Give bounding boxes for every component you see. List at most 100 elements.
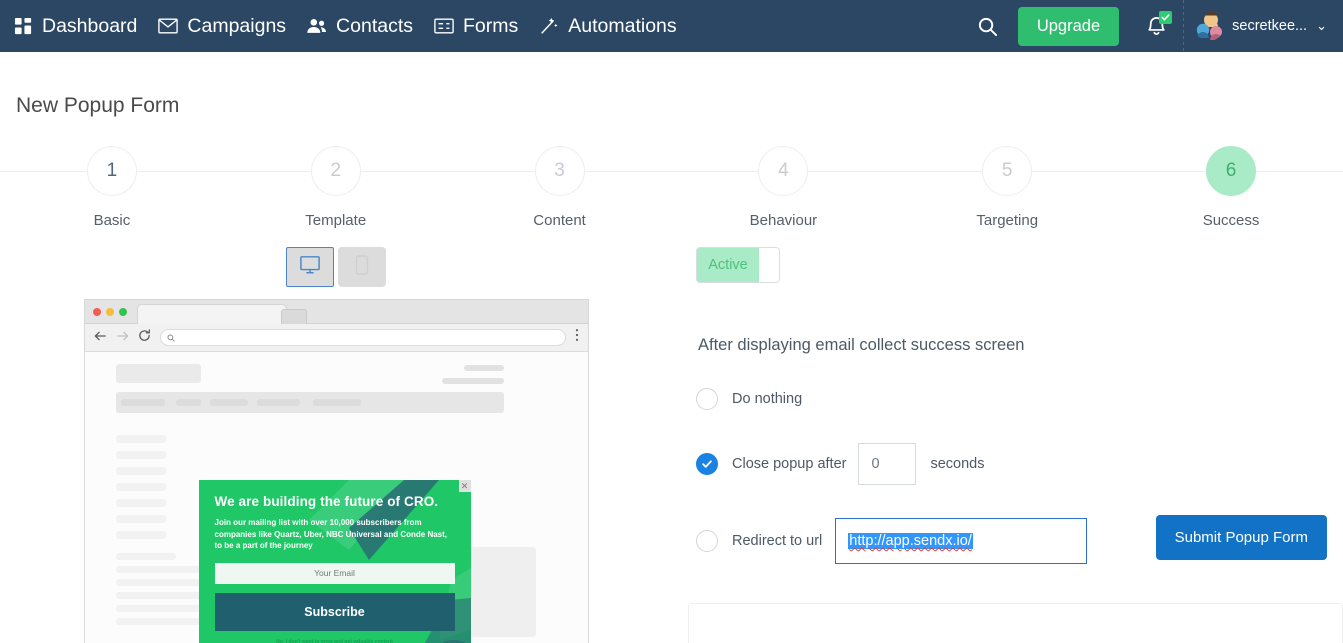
wand-icon bbox=[538, 15, 560, 37]
main-content: ✕ We are building the future of CRO. Joi… bbox=[0, 247, 1343, 643]
step-label: Basic bbox=[93, 212, 131, 229]
step-targeting[interactable]: 5 Targeting bbox=[895, 146, 1119, 229]
option-label: Do nothing bbox=[732, 391, 803, 407]
step-number: 4 bbox=[758, 146, 809, 196]
step-label: Targeting bbox=[976, 212, 1039, 229]
search-icon[interactable] bbox=[964, 0, 1012, 52]
close-window-dot[interactable] bbox=[92, 308, 101, 316]
step-template[interactable]: 2 Template bbox=[224, 146, 448, 229]
user-menu[interactable]: secretkee... ⌄ bbox=[1194, 11, 1329, 41]
step-number: 2 bbox=[310, 146, 361, 196]
browser-toolbar bbox=[84, 324, 588, 352]
skeleton-line bbox=[115, 483, 166, 491]
redirect-url-value: http://app.sendx.io/ bbox=[848, 533, 973, 549]
settings-panel: Active After displaying email collect su… bbox=[656, 247, 1327, 643]
nav-label: Contacts bbox=[336, 14, 413, 37]
nav-item-forms[interactable]: Forms bbox=[429, 15, 534, 38]
upgrade-button[interactable]: Upgrade bbox=[1017, 6, 1120, 46]
nav-label: Dashboard bbox=[42, 14, 138, 37]
popup-email-input[interactable]: Your Email bbox=[214, 562, 455, 584]
radio-redirect-url[interactable] bbox=[696, 530, 718, 552]
browser-tab[interactable] bbox=[136, 304, 287, 324]
skeleton-line bbox=[115, 515, 166, 523]
arrow-left-icon[interactable] bbox=[94, 329, 107, 347]
popup-body-text: Join our mailing list with over 10,000 s… bbox=[214, 518, 448, 551]
step-number: 1 bbox=[86, 146, 137, 196]
browser-titlebar bbox=[84, 300, 588, 324]
maximize-window-dot[interactable] bbox=[118, 308, 127, 316]
nav-item-campaigns[interactable]: Campaigns bbox=[153, 15, 302, 38]
success-action-question: After displaying email collect success s… bbox=[698, 336, 1025, 354]
submit-popup-form-button[interactable]: Submit Popup Form bbox=[1155, 515, 1327, 560]
browser-new-tab[interactable] bbox=[280, 309, 307, 324]
arrow-right-icon[interactable] bbox=[116, 329, 129, 347]
popup-heading: We are building the future of CRO. bbox=[214, 494, 439, 509]
skeleton-block bbox=[312, 399, 361, 406]
reload-icon[interactable] bbox=[138, 328, 151, 347]
close-delay-input[interactable] bbox=[858, 443, 917, 485]
status-toggle-label: Active bbox=[697, 248, 759, 282]
desktop-icon bbox=[299, 255, 321, 280]
step-number: 6 bbox=[1206, 146, 1257, 196]
skeleton-line bbox=[115, 499, 166, 507]
avatar bbox=[1194, 11, 1225, 41]
option-close-popup[interactable]: Close popup after seconds bbox=[696, 443, 1327, 485]
popup-decline-link[interactable]: No, I don't want to grow and get valuabl… bbox=[215, 639, 455, 643]
submit-area: Submit Popup Form bbox=[1155, 515, 1327, 560]
nav-label: Forms bbox=[463, 14, 519, 37]
navbar-divider bbox=[1183, 0, 1185, 52]
step-success[interactable]: 6 Success bbox=[1119, 146, 1343, 229]
skeleton-line bbox=[115, 451, 166, 459]
skeleton-toolbar bbox=[115, 392, 504, 413]
user-name-label: secretkee... bbox=[1232, 18, 1308, 34]
option-label: Close popup after bbox=[732, 456, 847, 472]
step-label: Success bbox=[1202, 212, 1260, 229]
browser-url-bar[interactable] bbox=[159, 329, 566, 347]
primary-nav: Dashboard Campaigns Contacts Forms Autom… bbox=[12, 15, 693, 38]
nav-label: Campaigns bbox=[187, 14, 287, 37]
skeleton-line bbox=[115, 435, 166, 443]
search-icon bbox=[166, 329, 175, 347]
radio-do-nothing[interactable] bbox=[696, 388, 718, 410]
skeleton-block bbox=[256, 399, 300, 406]
skeleton-block bbox=[175, 399, 201, 406]
mobile-preview-button[interactable] bbox=[338, 247, 386, 287]
redirect-url-input[interactable]: http://app.sendx.io/ bbox=[835, 518, 1088, 564]
close-icon[interactable]: ✕ bbox=[458, 480, 471, 492]
step-label: Behaviour bbox=[749, 212, 818, 229]
step-behaviour[interactable]: 4 Behaviour bbox=[671, 146, 895, 229]
nav-item-dashboard[interactable]: Dashboard bbox=[12, 15, 153, 38]
radio-close-popup[interactable] bbox=[696, 453, 718, 475]
browser-mockup: ✕ We are building the future of CRO. Joi… bbox=[83, 299, 589, 643]
bottom-card-edge bbox=[688, 603, 1343, 643]
skeleton-block bbox=[441, 378, 504, 384]
option-label: Redirect to url bbox=[732, 533, 823, 549]
skeleton-block bbox=[120, 399, 165, 406]
desktop-preview-button[interactable] bbox=[286, 247, 334, 287]
popup-subscribe-button[interactable]: Subscribe bbox=[214, 592, 455, 631]
status-toggle-knob bbox=[759, 248, 779, 282]
mobile-icon bbox=[355, 254, 369, 280]
status-toggle[interactable]: Active bbox=[696, 247, 780, 283]
nav-item-automations[interactable]: Automations bbox=[534, 15, 692, 38]
notifications-button[interactable] bbox=[1133, 0, 1179, 52]
step-content[interactable]: 3 Content bbox=[448, 146, 672, 229]
step-basic[interactable]: 1 Basic bbox=[0, 146, 224, 229]
chevron-down-icon: ⌄ bbox=[1316, 18, 1327, 33]
grid-icon bbox=[12, 15, 34, 37]
skeleton-line bbox=[115, 467, 166, 475]
step-number: 5 bbox=[982, 146, 1033, 196]
skeleton-line bbox=[115, 553, 176, 560]
navbar-right-group: Upgrade secretkee... ⌄ bbox=[964, 0, 1329, 52]
form-icon bbox=[433, 15, 455, 37]
step-label: Template bbox=[305, 212, 367, 229]
envelope-icon bbox=[157, 15, 179, 37]
skeleton-block bbox=[209, 399, 248, 406]
minimize-window-dot[interactable] bbox=[105, 308, 114, 316]
kebab-menu-icon[interactable] bbox=[575, 328, 579, 347]
people-icon bbox=[306, 15, 328, 37]
popup-content: We are building the future of CRO. Join … bbox=[199, 480, 471, 643]
nav-item-contacts[interactable]: Contacts bbox=[302, 15, 429, 38]
notification-badge bbox=[1159, 11, 1173, 24]
option-do-nothing[interactable]: Do nothing bbox=[696, 388, 1327, 410]
